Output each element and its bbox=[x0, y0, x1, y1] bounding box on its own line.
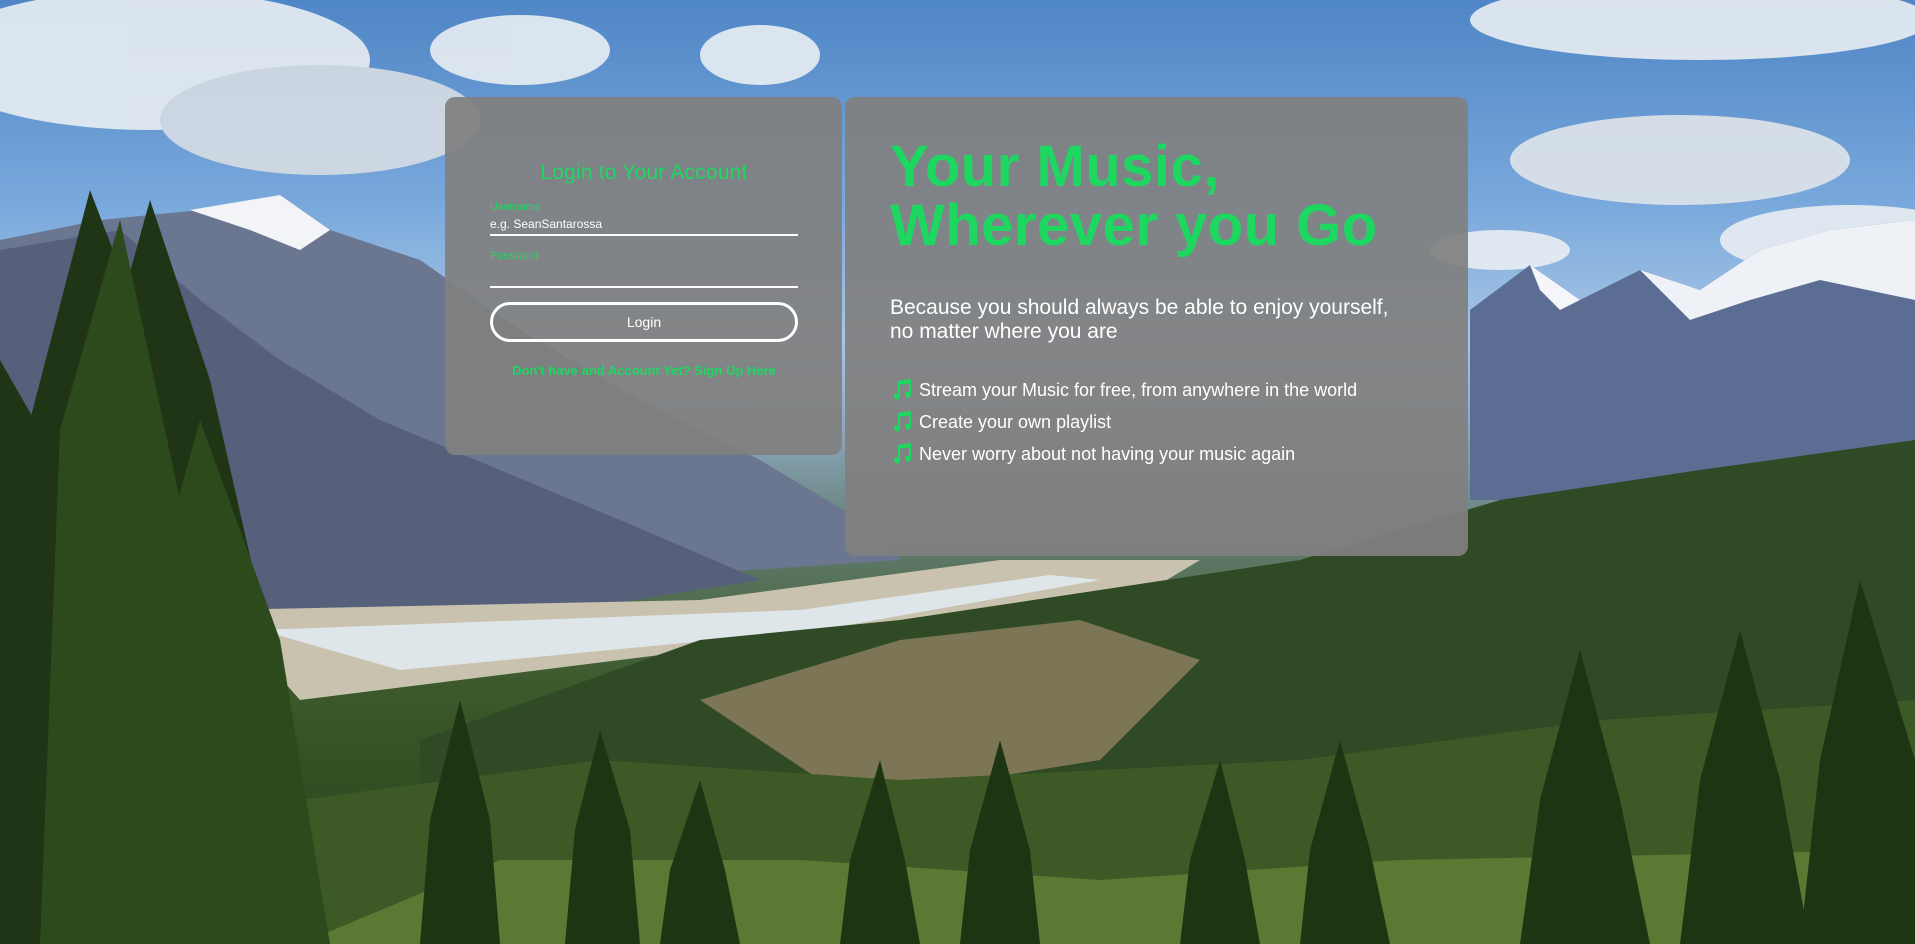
feature-item: Stream your Music for free, from anywher… bbox=[890, 379, 1380, 402]
promo-title-line2: Wherever you Go bbox=[890, 193, 1378, 258]
username-label: Username bbox=[490, 201, 541, 213]
feature-item: Create your own playlist bbox=[890, 411, 1380, 434]
promo-panel: Your Music, Wherever you Go Because you … bbox=[845, 97, 1468, 556]
username-input[interactable] bbox=[490, 214, 798, 236]
signup-link[interactable]: Don't have and Account Yet? Sign Up Here bbox=[490, 363, 798, 378]
password-input[interactable] bbox=[490, 266, 798, 288]
promo-subtitle: Because you should always be able to enj… bbox=[890, 296, 1389, 343]
login-title: Login to Your Account bbox=[540, 161, 748, 184]
feature-text: Stream your Music for free, from anywher… bbox=[919, 380, 1358, 400]
feature-item: Never worry about not having your music … bbox=[890, 443, 1380, 466]
feature-text: Create your own playlist bbox=[919, 412, 1112, 432]
music-note-icon bbox=[894, 379, 912, 400]
password-label: Password bbox=[490, 250, 539, 262]
music-note-icon bbox=[894, 443, 912, 464]
feature-list: Stream your Music for free, from anywher… bbox=[890, 379, 1380, 466]
feature-text: Never worry about not having your music … bbox=[919, 444, 1296, 464]
login-panel: Login to Your Account Username Password … bbox=[445, 97, 842, 455]
login-button[interactable]: Login bbox=[490, 302, 798, 342]
promo-title: Your Music, Wherever you Go bbox=[890, 137, 1424, 255]
promo-title-line1: Your Music, bbox=[890, 134, 1220, 199]
music-note-icon bbox=[894, 411, 912, 432]
page-background: Login to Your Account Username Password … bbox=[0, 0, 1915, 944]
